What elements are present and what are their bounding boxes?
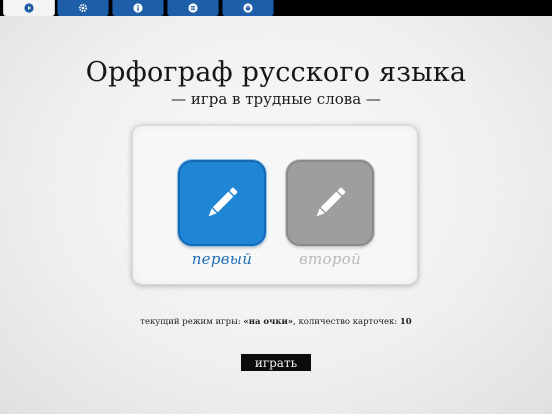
basket-icon [243,3,253,13]
tab-bar [0,0,552,16]
tab-list[interactable] [167,0,219,16]
player-selection-card: первый второй [132,125,418,285]
player-first-label: первый [191,250,253,268]
tab-basket[interactable] [222,0,274,16]
player-second-label: второй [298,250,362,268]
pencil-icon [308,181,352,225]
gear-icon [78,3,88,13]
play-button[interactable]: играть [241,354,311,371]
mode-prefix: текущий режим игры: [140,317,244,327]
page-subtitle: — игра в трудные слова — [171,90,381,108]
player-first[interactable]: первый [178,160,266,268]
player-second[interactable]: второй [286,160,374,268]
page-title: Орфограф русского языка [85,57,467,88]
info-icon [133,3,143,13]
list-icon [188,3,198,13]
player-second-button[interactable] [286,160,374,246]
pencil-icon [200,181,244,225]
tab-play[interactable] [3,0,55,16]
tab-settings[interactable] [57,0,109,16]
play-icon [24,3,34,13]
mode-value: «на очки» [243,317,294,327]
tab-info[interactable] [112,0,164,16]
count-value: 10 [399,317,412,327]
player-first-button[interactable] [178,160,266,246]
count-prefix: , количество карточек: [293,317,400,327]
game-status: текущий режим игры: «на очки», количеств… [0,317,552,327]
